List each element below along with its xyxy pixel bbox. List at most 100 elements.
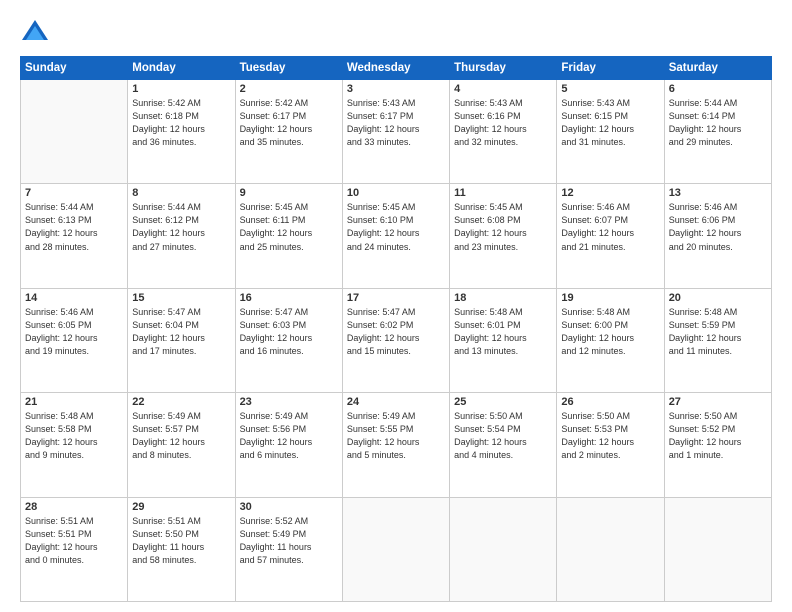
sunset-text: Sunset: 5:57 PM (132, 423, 230, 436)
calendar-cell: 21 Sunrise: 5:48 AM Sunset: 5:58 PM Dayl… (21, 393, 128, 497)
calendar-cell: 23 Sunrise: 5:49 AM Sunset: 5:56 PM Dayl… (235, 393, 342, 497)
daylight-text: Daylight: 12 hours (454, 123, 552, 136)
sunset-text: Sunset: 6:03 PM (240, 319, 338, 332)
daylight-text: Daylight: 12 hours (132, 436, 230, 449)
calendar-cell: 9 Sunrise: 5:45 AM Sunset: 6:11 PM Dayli… (235, 184, 342, 288)
daylight-text: Daylight: 12 hours (132, 227, 230, 240)
day-number: 19 (561, 292, 659, 304)
sunrise-text: Sunrise: 5:48 AM (561, 306, 659, 319)
day-number: 28 (25, 501, 123, 513)
day-number: 7 (25, 187, 123, 199)
day-number: 13 (669, 187, 767, 199)
daylight-minutes-text: and 5 minutes. (347, 449, 445, 462)
day-number: 12 (561, 187, 659, 199)
sunrise-text: Sunrise: 5:49 AM (132, 410, 230, 423)
sunset-text: Sunset: 6:08 PM (454, 214, 552, 227)
sunset-text: Sunset: 5:58 PM (25, 423, 123, 436)
daylight-minutes-text: and 0 minutes. (25, 554, 123, 567)
daylight-minutes-text: and 57 minutes. (240, 554, 338, 567)
sunrise-text: Sunrise: 5:47 AM (240, 306, 338, 319)
weekday-header-saturday: Saturday (664, 57, 771, 80)
sunrise-text: Sunrise: 5:46 AM (669, 201, 767, 214)
calendar-cell: 28 Sunrise: 5:51 AM Sunset: 5:51 PM Dayl… (21, 497, 128, 601)
sunrise-text: Sunrise: 5:43 AM (347, 97, 445, 110)
daylight-minutes-text: and 29 minutes. (669, 136, 767, 149)
calendar-cell: 14 Sunrise: 5:46 AM Sunset: 6:05 PM Dayl… (21, 288, 128, 392)
daylight-text: Daylight: 12 hours (347, 436, 445, 449)
daylight-text: Daylight: 12 hours (454, 332, 552, 345)
calendar-cell: 1 Sunrise: 5:42 AM Sunset: 6:18 PM Dayli… (128, 80, 235, 184)
day-number: 26 (561, 396, 659, 408)
daylight-minutes-text: and 19 minutes. (25, 345, 123, 358)
calendar-cell: 6 Sunrise: 5:44 AM Sunset: 6:14 PM Dayli… (664, 80, 771, 184)
sunrise-text: Sunrise: 5:45 AM (454, 201, 552, 214)
day-number: 29 (132, 501, 230, 513)
sunrise-text: Sunrise: 5:51 AM (25, 515, 123, 528)
daylight-text: Daylight: 12 hours (25, 332, 123, 345)
daylight-minutes-text: and 11 minutes. (669, 345, 767, 358)
calendar-cell: 29 Sunrise: 5:51 AM Sunset: 5:50 PM Dayl… (128, 497, 235, 601)
calendar-cell: 18 Sunrise: 5:48 AM Sunset: 6:01 PM Dayl… (450, 288, 557, 392)
calendar-cell: 10 Sunrise: 5:45 AM Sunset: 6:10 PM Dayl… (342, 184, 449, 288)
day-number: 24 (347, 396, 445, 408)
sunrise-text: Sunrise: 5:44 AM (669, 97, 767, 110)
calendar-table: SundayMondayTuesdayWednesdayThursdayFrid… (20, 56, 772, 602)
daylight-text: Daylight: 12 hours (561, 436, 659, 449)
weekday-header-tuesday: Tuesday (235, 57, 342, 80)
sunrise-text: Sunrise: 5:46 AM (25, 306, 123, 319)
day-number: 1 (132, 83, 230, 95)
daylight-minutes-text: and 20 minutes. (669, 241, 767, 254)
calendar-cell: 27 Sunrise: 5:50 AM Sunset: 5:52 PM Dayl… (664, 393, 771, 497)
sunset-text: Sunset: 5:51 PM (25, 528, 123, 541)
daylight-text: Daylight: 12 hours (347, 123, 445, 136)
sunset-text: Sunset: 6:11 PM (240, 214, 338, 227)
calendar-cell: 12 Sunrise: 5:46 AM Sunset: 6:07 PM Dayl… (557, 184, 664, 288)
daylight-minutes-text: and 28 minutes. (25, 241, 123, 254)
sunset-text: Sunset: 6:10 PM (347, 214, 445, 227)
sunset-text: Sunset: 6:14 PM (669, 110, 767, 123)
calendar-cell: 17 Sunrise: 5:47 AM Sunset: 6:02 PM Dayl… (342, 288, 449, 392)
daylight-text: Daylight: 12 hours (561, 227, 659, 240)
calendar-week-row: 14 Sunrise: 5:46 AM Sunset: 6:05 PM Dayl… (21, 288, 772, 392)
daylight-text: Daylight: 12 hours (25, 436, 123, 449)
sunrise-text: Sunrise: 5:48 AM (669, 306, 767, 319)
sunrise-text: Sunrise: 5:47 AM (132, 306, 230, 319)
daylight-minutes-text: and 25 minutes. (240, 241, 338, 254)
sunset-text: Sunset: 6:04 PM (132, 319, 230, 332)
calendar-cell (21, 80, 128, 184)
daylight-text: Daylight: 12 hours (669, 123, 767, 136)
sunrise-text: Sunrise: 5:44 AM (25, 201, 123, 214)
day-number: 4 (454, 83, 552, 95)
daylight-text: Daylight: 12 hours (240, 123, 338, 136)
daylight-minutes-text: and 31 minutes. (561, 136, 659, 149)
sunrise-text: Sunrise: 5:50 AM (454, 410, 552, 423)
calendar-cell: 2 Sunrise: 5:42 AM Sunset: 6:17 PM Dayli… (235, 80, 342, 184)
calendar-week-row: 28 Sunrise: 5:51 AM Sunset: 5:51 PM Dayl… (21, 497, 772, 601)
sunset-text: Sunset: 5:54 PM (454, 423, 552, 436)
daylight-minutes-text: and 27 minutes. (132, 241, 230, 254)
sunset-text: Sunset: 6:01 PM (454, 319, 552, 332)
daylight-text: Daylight: 12 hours (240, 332, 338, 345)
daylight-text: Daylight: 12 hours (454, 436, 552, 449)
day-number: 27 (669, 396, 767, 408)
day-number: 9 (240, 187, 338, 199)
daylight-minutes-text: and 9 minutes. (25, 449, 123, 462)
sunrise-text: Sunrise: 5:48 AM (25, 410, 123, 423)
calendar-week-row: 21 Sunrise: 5:48 AM Sunset: 5:58 PM Dayl… (21, 393, 772, 497)
calendar-header-row: SundayMondayTuesdayWednesdayThursdayFrid… (21, 57, 772, 80)
calendar-week-row: 7 Sunrise: 5:44 AM Sunset: 6:13 PM Dayli… (21, 184, 772, 288)
day-number: 30 (240, 501, 338, 513)
daylight-text: Daylight: 12 hours (240, 436, 338, 449)
calendar-body: 1 Sunrise: 5:42 AM Sunset: 6:18 PM Dayli… (21, 80, 772, 602)
calendar-cell: 20 Sunrise: 5:48 AM Sunset: 5:59 PM Dayl… (664, 288, 771, 392)
calendar-cell: 24 Sunrise: 5:49 AM Sunset: 5:55 PM Dayl… (342, 393, 449, 497)
day-number: 6 (669, 83, 767, 95)
calendar-cell: 8 Sunrise: 5:44 AM Sunset: 6:12 PM Dayli… (128, 184, 235, 288)
weekday-header-friday: Friday (557, 57, 664, 80)
daylight-minutes-text: and 12 minutes. (561, 345, 659, 358)
calendar-cell (557, 497, 664, 601)
daylight-text: Daylight: 12 hours (669, 436, 767, 449)
daylight-minutes-text: and 8 minutes. (132, 449, 230, 462)
weekday-header-thursday: Thursday (450, 57, 557, 80)
day-number: 16 (240, 292, 338, 304)
